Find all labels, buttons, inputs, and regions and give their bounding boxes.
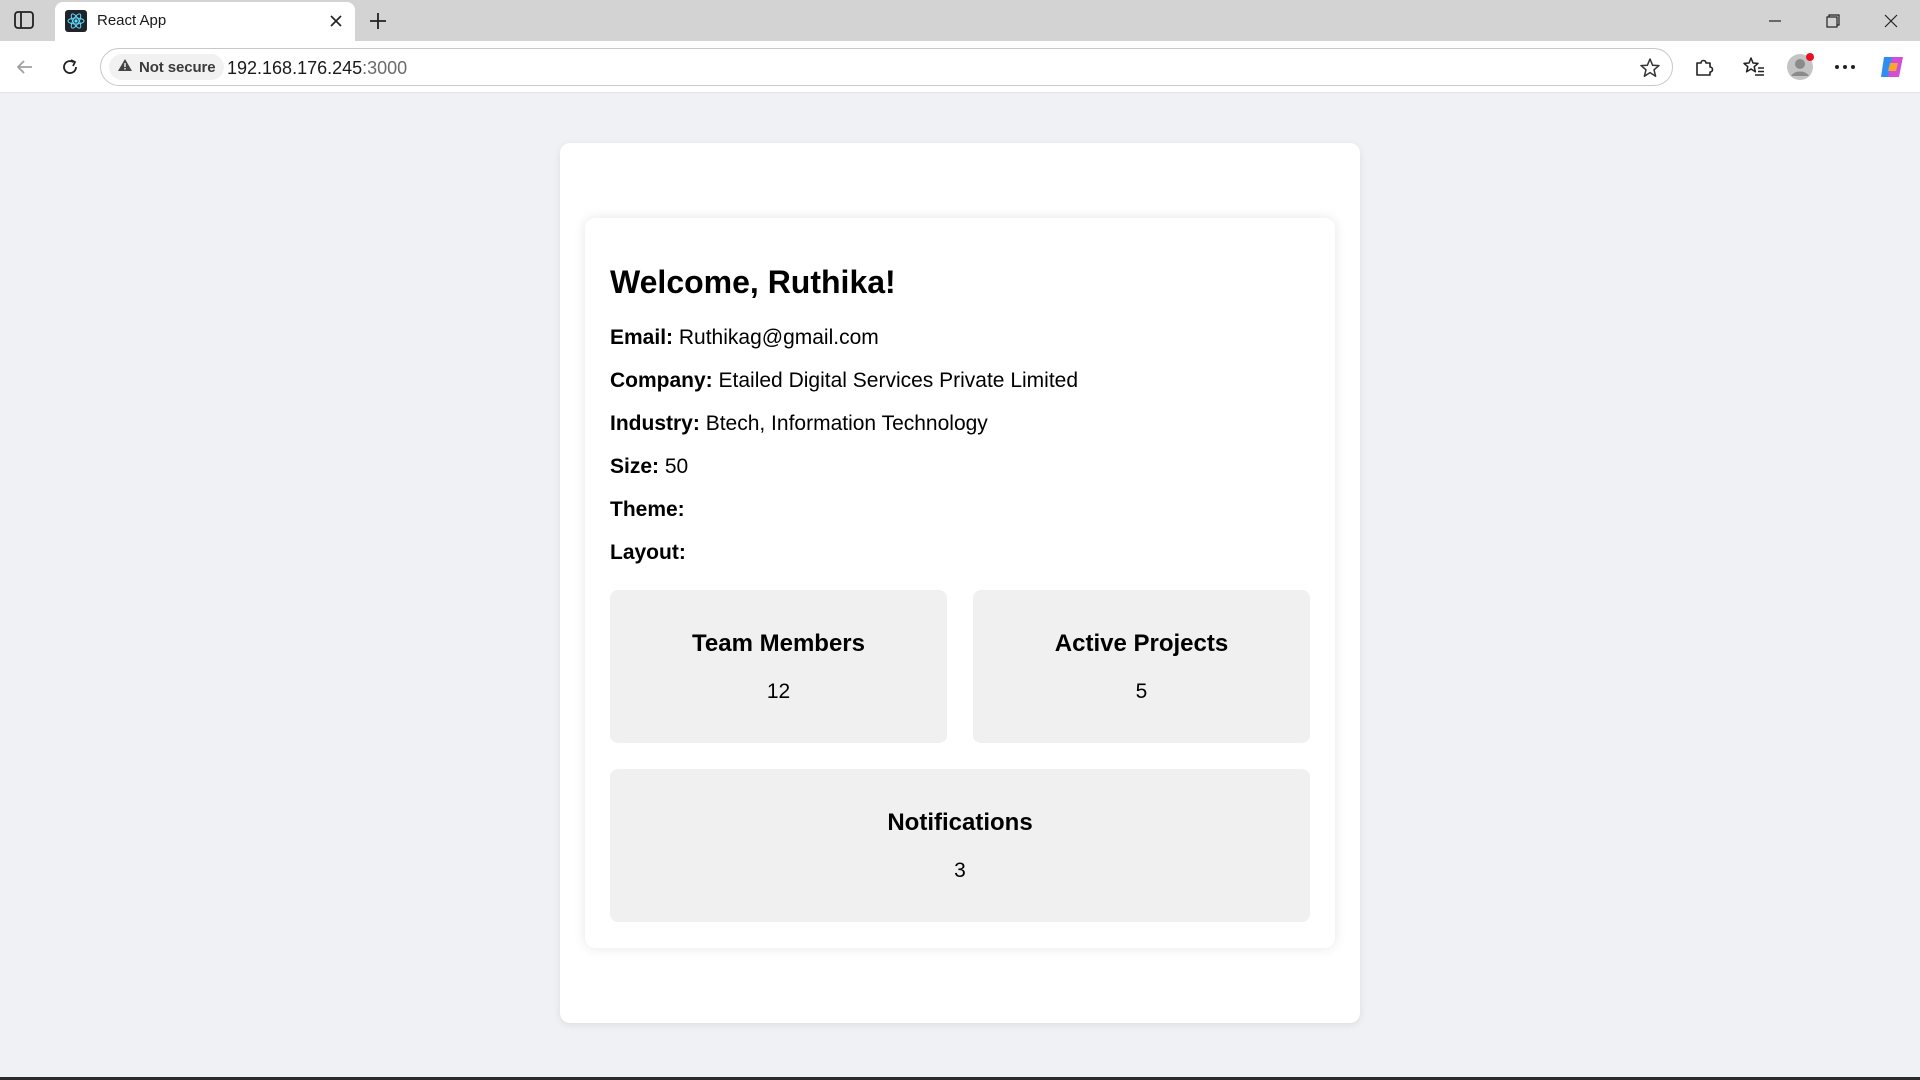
security-indicator[interactable]: Not secure bbox=[109, 54, 224, 80]
arrow-left-icon[interactable] bbox=[10, 52, 40, 82]
minimize-icon[interactable] bbox=[1755, 6, 1795, 36]
url-text[interactable]: 192.168.176.245:3000 bbox=[227, 58, 407, 79]
notifications-value: 3 bbox=[954, 859, 966, 882]
size-value: 50 bbox=[664, 455, 689, 478]
sidebar-toggle-icon[interactable] bbox=[10, 8, 38, 32]
reload-icon[interactable] bbox=[55, 52, 85, 82]
team-members-card: Team Members 12 bbox=[610, 590, 947, 743]
dashboard-card: Welcome, Ruthika! Email: Ruthikag@gmail.… bbox=[585, 218, 1335, 948]
notifications-card: Notifications 3 bbox=[610, 769, 1310, 922]
browser-toolbar: Not secure 192.168.176.245:3000 bbox=[0, 41, 1920, 93]
notifications-title: Notifications bbox=[887, 809, 1033, 836]
tab-strip: React App bbox=[0, 0, 1920, 41]
company-value: Etailed Digital Services Private Limited bbox=[718, 369, 1079, 392]
company-label: Company: bbox=[610, 369, 713, 392]
email-row: Email: Ruthikag@gmail.com bbox=[610, 326, 879, 350]
warning-icon bbox=[117, 58, 133, 77]
industry-label: Industry: bbox=[610, 412, 700, 435]
size-row: Size: 50 bbox=[610, 455, 688, 479]
copilot-icon[interactable] bbox=[1877, 52, 1907, 82]
star-icon[interactable] bbox=[1636, 54, 1664, 82]
more-icon[interactable] bbox=[1830, 52, 1860, 82]
industry-value: Btech, Information Technology bbox=[705, 412, 988, 435]
tab-title: React App bbox=[97, 12, 167, 29]
active-projects-card: Active Projects 5 bbox=[973, 590, 1310, 743]
puzzle-icon[interactable] bbox=[1689, 52, 1719, 82]
favorites-icon[interactable] bbox=[1739, 52, 1769, 82]
tab-react-app[interactable]: React App bbox=[55, 2, 355, 41]
window-close-icon[interactable] bbox=[1871, 6, 1911, 36]
avatar-icon[interactable] bbox=[1785, 52, 1815, 82]
active-projects-title: Active Projects bbox=[1054, 630, 1229, 657]
welcome-heading: Welcome, Ruthika! bbox=[610, 264, 896, 300]
email-label: Email: bbox=[610, 326, 674, 349]
size-label: Size: bbox=[610, 455, 660, 478]
theme-row: Theme: bbox=[610, 498, 685, 522]
team-members-title: Team Members bbox=[692, 630, 865, 657]
email-value: Ruthikag@gmail.com bbox=[678, 326, 879, 349]
restore-icon[interactable] bbox=[1813, 6, 1853, 36]
layout-row: Layout: bbox=[610, 541, 686, 565]
team-members-value: 12 bbox=[766, 680, 791, 703]
company-row: Company: Etailed Digital Services Privat… bbox=[610, 369, 1078, 393]
theme-label: Theme: bbox=[610, 498, 685, 521]
industry-row: Industry: Btech, Information Technology bbox=[610, 412, 988, 436]
url-port: :3000 bbox=[362, 58, 408, 78]
react-logo-icon bbox=[65, 10, 87, 32]
address-bar[interactable]: Not secure 192.168.176.245:3000 bbox=[100, 48, 1673, 86]
plus-icon[interactable] bbox=[364, 7, 392, 35]
close-icon[interactable] bbox=[327, 12, 345, 30]
layout-label: Layout: bbox=[610, 541, 686, 564]
url-host: 192.168.176.245 bbox=[227, 58, 363, 78]
not-secure-label: Not secure bbox=[139, 58, 216, 76]
active-projects-value: 5 bbox=[1135, 680, 1148, 703]
